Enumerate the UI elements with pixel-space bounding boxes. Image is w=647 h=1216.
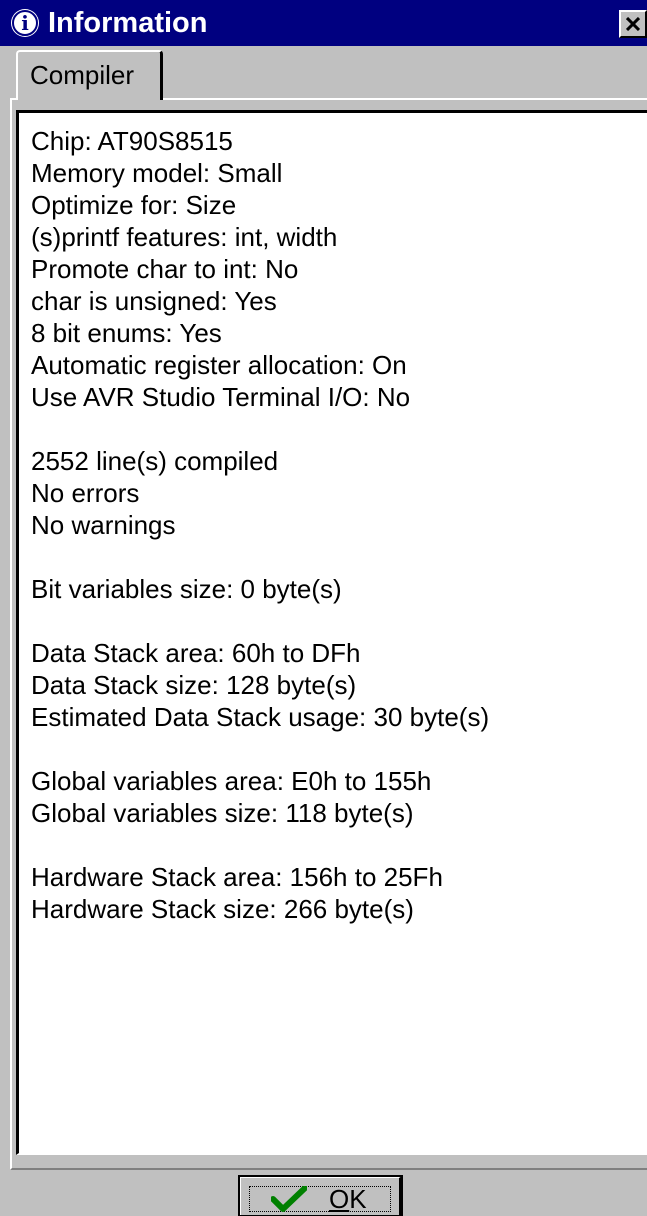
- blank-line: [31, 605, 489, 637]
- info-line: Hardware Stack size: 266 byte(s): [31, 894, 414, 924]
- checkmark-icon: [271, 1186, 307, 1212]
- info-line: Chip: AT90S8515: [31, 126, 233, 156]
- info-line: Memory model: Small: [31, 158, 283, 188]
- close-button[interactable]: [619, 10, 647, 38]
- info-line: Promote char to int: No: [31, 254, 299, 284]
- info-line: Data Stack area: 60h to DFh: [31, 638, 361, 668]
- info-line: Global variables area: E0h to 155h: [31, 766, 432, 796]
- ok-label: OK: [329, 1184, 367, 1214]
- info-line: No warnings: [31, 510, 176, 540]
- info-line: Hardware Stack area: 156h to 25Fh: [31, 862, 443, 892]
- info-line: 2552 line(s) compiled: [31, 446, 279, 476]
- info-lines: Chip: AT90S8515 Memory model: Small Optimi…: [31, 125, 489, 925]
- blank-line: [31, 413, 489, 445]
- ok-button[interactable]: OK: [238, 1175, 403, 1216]
- blank-line: [31, 829, 489, 861]
- blank-line: [31, 733, 489, 765]
- info-icon: i: [12, 10, 38, 36]
- info-line: Use AVR Studio Terminal I/O: No: [31, 382, 411, 412]
- compiler-info-text[interactable]: Chip: AT90S8515 Memory model: Small Optimi…: [16, 110, 647, 1155]
- info-line: Data Stack size: 128 byte(s): [31, 670, 357, 700]
- close-icon: [626, 17, 640, 31]
- info-line: (s)printf features: int, width: [31, 222, 338, 252]
- window-title: Information: [48, 7, 208, 39]
- information-dialog: i Information Compiler Chip: AT90S8515 Me…: [0, 0, 647, 1216]
- info-line: Automatic register allocation: On: [31, 350, 407, 380]
- blank-line: [31, 541, 489, 573]
- info-line: 8 bit enums: Yes: [31, 318, 222, 348]
- title-bar[interactable]: i Information: [0, 0, 647, 46]
- info-line: char is unsigned: Yes: [31, 286, 277, 316]
- info-line: Global variables size: 118 byte(s): [31, 798, 414, 828]
- tab-compiler[interactable]: Compiler: [16, 50, 163, 100]
- info-line: Estimated Data Stack usage: 30 byte(s): [31, 702, 490, 732]
- info-line: Bit variables size: 0 byte(s): [31, 574, 342, 604]
- info-line: No errors: [31, 478, 140, 508]
- info-line: Optimize for: Size: [31, 190, 237, 220]
- tab-label: Compiler: [30, 60, 135, 90]
